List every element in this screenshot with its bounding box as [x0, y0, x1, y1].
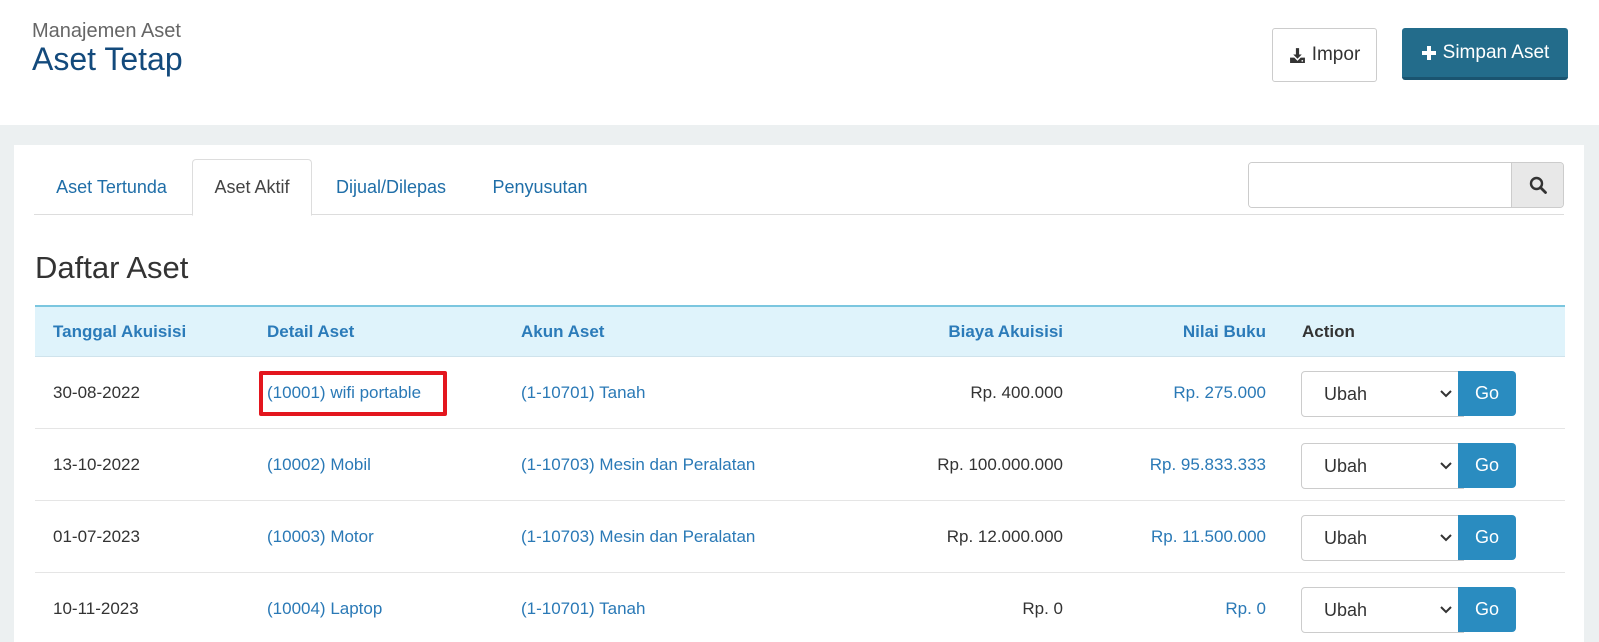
asset-detail-link[interactable]: (10004) Laptop — [267, 573, 382, 642]
column-acquisition-date[interactable]: Tanggal Akuisisi — [53, 307, 186, 357]
action-select-value: Ubah — [1324, 527, 1368, 548]
chevron-down-icon — [1440, 462, 1452, 470]
action-select-value: Ubah — [1324, 383, 1368, 404]
column-acquisition-cost[interactable]: Biaya Akuisisi — [815, 307, 1063, 357]
search-button[interactable] — [1511, 163, 1563, 207]
acquisition-date: 30-08-2022 — [53, 382, 140, 402]
go-button[interactable]: Go — [1458, 443, 1516, 488]
go-button[interactable]: Go — [1458, 371, 1516, 416]
list-title: Daftar Aset — [35, 250, 189, 285]
asset-account-link[interactable]: (1-10701) Tanah — [521, 357, 645, 428]
breadcrumb: Manajemen Aset — [32, 20, 181, 42]
go-button[interactable]: Go — [1458, 587, 1516, 632]
action-select-value: Ubah — [1324, 599, 1368, 620]
asset-table: Tanggal Akuisisi Detail Aset Akun Aset B… — [35, 305, 1565, 642]
acquisition-cost: Rp. 0 — [1022, 598, 1063, 618]
asset-detail-link[interactable]: (10003) Motor — [267, 501, 374, 572]
action-select-value: Ubah — [1324, 455, 1368, 476]
search-icon — [1529, 176, 1547, 194]
chevron-down-icon — [1440, 390, 1452, 398]
import-button[interactable]: Impor — [1272, 28, 1377, 82]
column-action: Action — [1302, 322, 1355, 341]
acquisition-cost: Rp. 400.000 — [970, 382, 1063, 402]
acquisition-date: 01-07-2023 — [53, 526, 140, 546]
table-header: Tanggal Akuisisi Detail Aset Akun Aset B… — [35, 305, 1565, 357]
tab-active-assets[interactable]: Aset Aktif — [192, 159, 312, 216]
tab-depreciation[interactable]: Penyusutan — [470, 159, 610, 215]
table-row: 13-10-2022 (10002) Mobil (1-10703) Mesin… — [35, 429, 1565, 501]
plus-icon — [1421, 45, 1436, 60]
search-input[interactable] — [1249, 163, 1511, 207]
page-header: Manajemen Aset Aset Tetap Impor Simpan A… — [0, 0, 1599, 125]
acquisition-date: 10-11-2023 — [53, 598, 139, 618]
tab-sold-disposed[interactable]: Dijual/Dilepas — [316, 159, 466, 215]
action-select[interactable]: Ubah — [1301, 515, 1464, 561]
asset-detail-link[interactable]: (10002) Mobil — [267, 429, 371, 500]
acquisition-date: 13-10-2022 — [53, 454, 140, 474]
chevron-down-icon — [1440, 534, 1452, 542]
save-asset-button[interactable]: Simpan Aset — [1402, 28, 1568, 80]
book-value-link[interactable]: Rp. 0 — [1065, 573, 1266, 642]
acquisition-cost: Rp. 12.000.000 — [946, 526, 1063, 546]
asset-account-link[interactable]: (1-10701) Tanah — [521, 573, 645, 642]
book-value-link[interactable]: Rp. 275.000 — [1065, 357, 1266, 428]
column-book-value[interactable]: Nilai Buku — [1065, 307, 1266, 357]
tab-pending-assets[interactable]: Aset Tertunda — [34, 159, 189, 215]
book-value-link[interactable]: Rp. 11.500.000 — [1065, 501, 1266, 572]
highlight-box — [259, 371, 447, 416]
page-title: Aset Tetap — [32, 41, 183, 77]
action-select[interactable]: Ubah — [1301, 443, 1464, 489]
import-label: Impor — [1311, 44, 1361, 65]
download-icon — [1289, 47, 1305, 63]
asset-account-link[interactable]: (1-10703) Mesin dan Peralatan — [521, 429, 755, 500]
asset-account-link[interactable]: (1-10703) Mesin dan Peralatan — [521, 501, 755, 572]
column-asset-detail[interactable]: Detail Aset — [267, 307, 354, 357]
action-select[interactable]: Ubah — [1301, 371, 1464, 417]
search-box — [1248, 162, 1564, 208]
go-button[interactable]: Go — [1458, 515, 1516, 560]
acquisition-cost: Rp. 100.000.000 — [937, 454, 1063, 474]
chevron-down-icon — [1440, 606, 1452, 614]
table-row: 10-11-2023 (10004) Laptop (1-10701) Tana… — [35, 573, 1565, 642]
book-value-link[interactable]: Rp. 95.833.333 — [1065, 429, 1266, 500]
table-row: 01-07-2023 (10003) Motor (1-10703) Mesin… — [35, 501, 1565, 573]
save-label: Simpan Aset — [1442, 41, 1550, 63]
action-select[interactable]: Ubah — [1301, 587, 1464, 633]
column-asset-account[interactable]: Akun Aset — [521, 307, 604, 357]
